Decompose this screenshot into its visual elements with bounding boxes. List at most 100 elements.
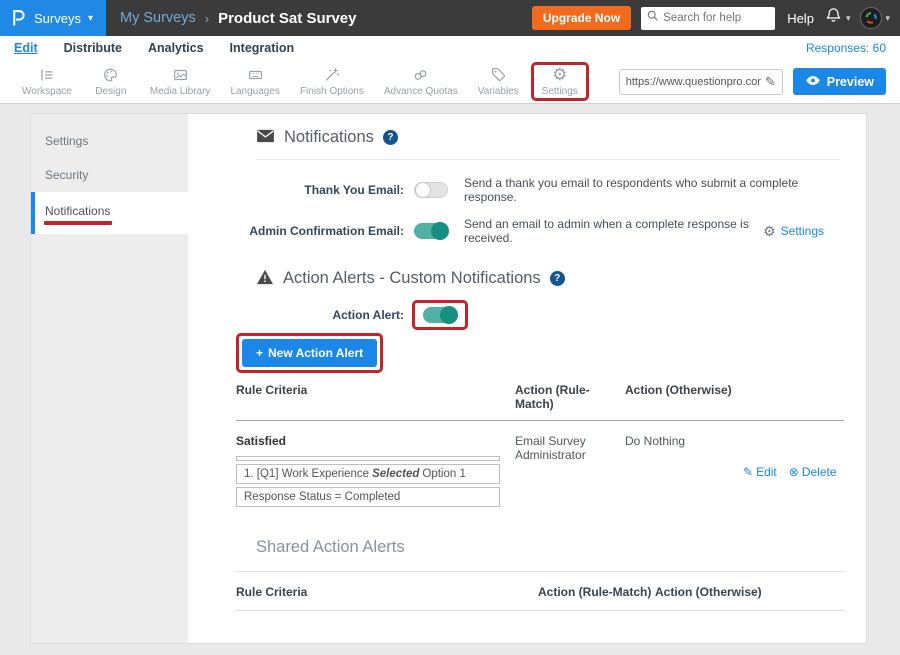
shared-alerts-heading: Shared Action Alerts (256, 538, 844, 557)
admin-confirmation-description: Send an email to admin when a complete r… (464, 217, 763, 245)
breadcrumb-current-survey: Product Sat Survey (218, 10, 356, 27)
help-question-icon[interactable]: ? (383, 130, 398, 145)
sidebar-item-security[interactable]: Security (31, 158, 188, 192)
gear-icon: ⚙ (552, 66, 567, 84)
edit-link[interactable]: ✎Edit (743, 434, 777, 510)
toolbar-finish-options[interactable]: Finish Options (290, 64, 374, 99)
breadcrumb: My Surveys › Product Sat Survey (120, 10, 356, 27)
toolbar-workspace[interactable]: Workspace (12, 64, 82, 99)
edit-pencil-icon: ✎ (743, 465, 753, 479)
sidebar-item-notifications[interactable]: Notifications (31, 192, 188, 234)
row-actions: ✎Edit ⊗Delete (743, 434, 857, 510)
admin-confirmation-label: Admin Confirmation Email: (236, 224, 404, 238)
rule-criteria-cell: Satisfied 1. [Q1] Work ExperienceSelecte… (236, 434, 515, 510)
content-area: Settings Security Notifications Notifi (0, 105, 900, 655)
thank-you-email-description: Send a thank you email to respondents wh… (464, 176, 844, 204)
criteria-box-2: Response Status = Completed (236, 487, 500, 507)
settings-panel: Settings Security Notifications Notifi (30, 113, 867, 644)
chevron-down-icon: ▾ (88, 13, 93, 24)
col-rule-criteria: Rule Criteria (236, 383, 515, 411)
annotation-underline (44, 221, 112, 225)
action-otherwise-cell: Do Nothing (625, 434, 743, 510)
admin-settings: ⚙ Settings (763, 223, 844, 240)
thank-you-email-row: Thank You Email: Send a thank you email … (236, 176, 844, 204)
action-alerts-heading: Action Alerts - Custom Notifications ? (256, 269, 844, 288)
palette-icon (101, 66, 120, 84)
thank-you-email-toggle[interactable] (414, 182, 448, 198)
shared-alerts-title: Shared Action Alerts (256, 538, 405, 557)
col-action-otherwise: Action (Otherwise) (655, 585, 844, 599)
col-action-match: Action (Rule-Match) (515, 383, 625, 411)
search-icon (646, 9, 659, 27)
toolbar-languages[interactable]: Languages (220, 64, 290, 99)
magic-wand-icon (322, 66, 341, 84)
sidebar-item-settings[interactable]: Settings (31, 124, 188, 158)
search-input[interactable] (663, 12, 770, 24)
annotation-box: +New Action Alert (236, 333, 383, 373)
survey-url-input[interactable] (626, 76, 761, 88)
admin-confirmation-toggle[interactable] (414, 223, 448, 239)
top-bar: Surveys ▾ My Surveys › Product Sat Surve… (0, 0, 900, 36)
criteria-box-1: 1. [Q1] Work ExperienceSelectedOption 1 (236, 464, 500, 484)
help-search (641, 7, 775, 30)
help-link[interactable]: Help (787, 11, 814, 26)
breadcrumb-my-surveys[interactable]: My Surveys (120, 10, 196, 26)
action-alerts-title: Action Alerts - Custom Notifications (283, 269, 541, 288)
tab-analytics[interactable]: Analytics (148, 41, 204, 55)
toolbar-media-library[interactable]: Media Library (140, 64, 221, 99)
plus-icon: + (256, 346, 263, 360)
criteria-box-empty (236, 456, 500, 461)
upgrade-now-button[interactable]: Upgrade Now (532, 6, 631, 30)
survey-url-field: ✎ (619, 69, 783, 95)
new-action-alert-row: +New Action Alert (236, 333, 844, 373)
workspace-icon (37, 66, 56, 84)
annotation-box (412, 300, 468, 330)
surveys-product-menu[interactable]: Surveys ▾ (0, 0, 106, 36)
questionpro-logo-icon (10, 6, 27, 31)
topbar-right: Upgrade Now Help ▾ ▾ (532, 6, 900, 30)
warning-triangle-icon (256, 269, 274, 288)
settings-sidebar: Settings Security Notifications (31, 114, 188, 643)
toolbar-variables[interactable]: Variables (468, 64, 529, 99)
account-menu[interactable]: ▾ (860, 7, 890, 29)
delete-link[interactable]: ⊗Delete (789, 434, 837, 510)
envelope-icon (256, 129, 275, 146)
col-action-otherwise: Action (Otherwise) (625, 383, 743, 411)
col-rule-criteria: Rule Criteria (236, 585, 538, 599)
eye-icon (805, 75, 821, 89)
toolbar-advance-quotas[interactable]: Advance Quotas (374, 64, 468, 99)
toolbar-design[interactable]: Design (82, 64, 140, 99)
bell-icon (824, 6, 843, 30)
new-action-alert-button[interactable]: +New Action Alert (242, 339, 377, 367)
admin-confirmation-row: Admin Confirmation Email: Send an email … (236, 217, 844, 245)
divider (256, 159, 840, 160)
admin-settings-link[interactable]: Settings (781, 224, 824, 238)
action-alert-toggle-row: Action Alert: (236, 300, 844, 330)
notifications-bell-menu[interactable]: ▾ (824, 6, 851, 30)
notifications-heading: Notifications ? (256, 128, 844, 147)
tab-edit[interactable]: Edit (14, 41, 38, 55)
tab-distribute[interactable]: Distribute (64, 41, 122, 55)
notifications-title: Notifications (284, 128, 374, 147)
shared-alerts-table-header: Rule Criteria Action (Rule-Match) Action… (236, 571, 844, 611)
breadcrumb-separator-icon: › (205, 11, 209, 26)
edit-url-pencil-icon[interactable]: ✎ (765, 74, 776, 90)
tab-integration[interactable]: Integration (230, 41, 295, 55)
survey-nav: Edit Distribute Analytics Integration Re… (0, 36, 900, 60)
chevron-down-icon: ▾ (846, 13, 851, 24)
help-question-icon[interactable]: ? (550, 271, 565, 286)
responses-count: Responses: 60 (806, 41, 886, 55)
preview-button[interactable]: Preview (793, 68, 886, 95)
gear-icon: ⚙ (763, 223, 776, 240)
product-menu-label: Surveys (34, 11, 81, 26)
app: Surveys ▾ My Surveys › Product Sat Surve… (0, 0, 900, 655)
rule-status: Satisfied (236, 434, 515, 448)
toolbar-settings[interactable]: ⚙ Settings (531, 62, 589, 101)
action-alert-toggle[interactable] (423, 307, 457, 323)
chevron-down-icon: ▾ (885, 13, 890, 24)
notifications-main: Notifications ? Thank You Email: Send a … (188, 114, 866, 643)
keyboard-icon (246, 66, 265, 84)
action-alerts-table-header: Rule Criteria Action (Rule-Match) Action… (236, 383, 844, 421)
tag-icon (489, 66, 508, 84)
avatar (860, 7, 882, 29)
